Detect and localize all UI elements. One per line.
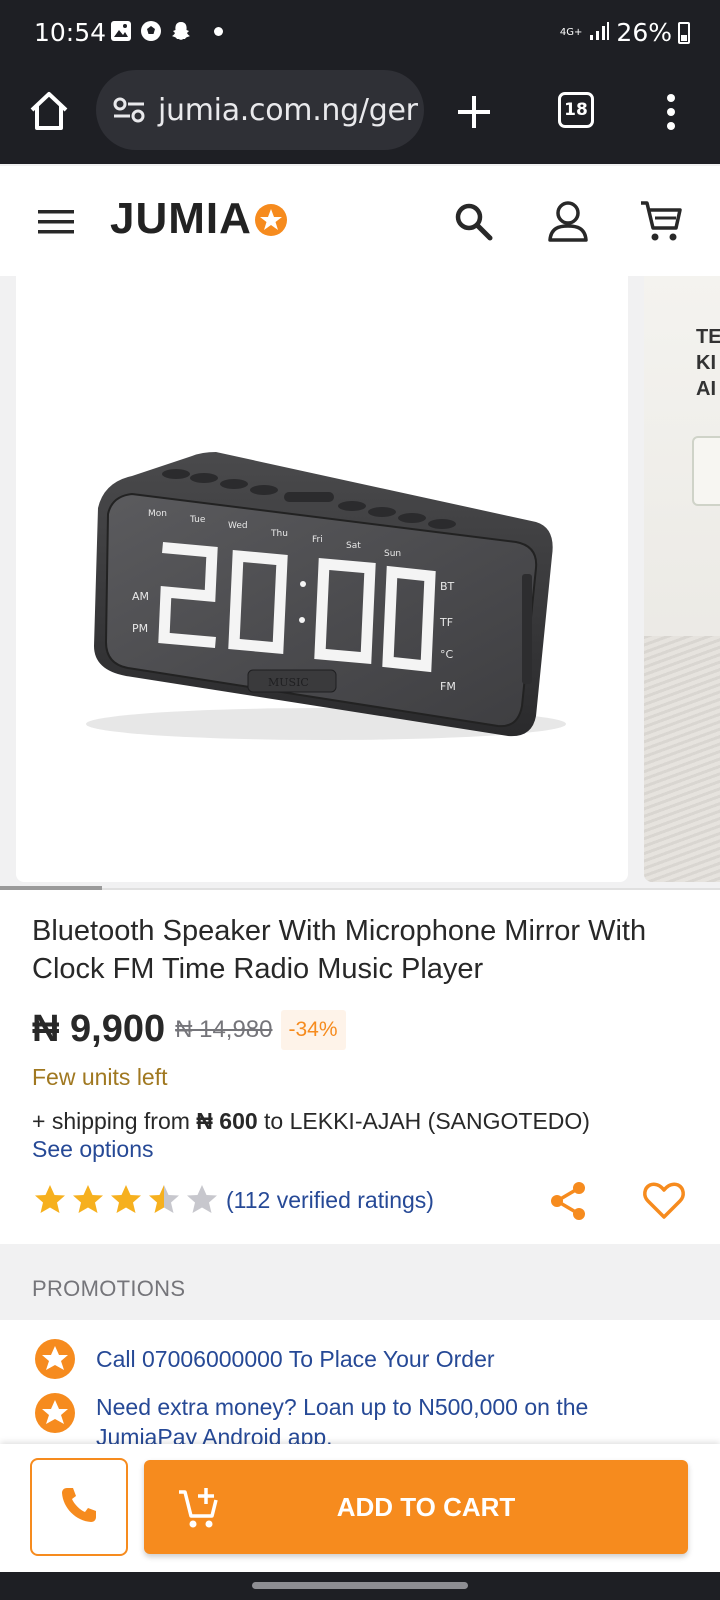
- clock-speaker-illustration: Mon Tue Wed Thu Fri Sat Sun AM PM BT TF …: [86, 452, 566, 740]
- rating-star-icon: [108, 1182, 144, 1218]
- system-nav-bar: [0, 1572, 720, 1600]
- product-gallery[interactable]: Mon Tue Wed Thu Fri Sat Sun AM PM BT TF …: [0, 276, 720, 890]
- clock-day-label: Sat: [346, 541, 361, 551]
- clock-day-label: Fri: [312, 535, 323, 545]
- rating-star-icon: [70, 1182, 106, 1218]
- football-icon: [140, 20, 162, 42]
- battery-percent: 26%: [616, 18, 672, 47]
- wishlist-heart-icon[interactable]: [642, 1180, 686, 1222]
- tab-switcher-button[interactable]: 18: [558, 92, 594, 128]
- add-to-cart-label: ADD TO CART: [336, 1491, 516, 1522]
- network-type: 4G+: [559, 27, 583, 38]
- status-time: 10:54: [34, 18, 107, 47]
- url-text: jumia.com.ng/ger: [158, 92, 418, 128]
- next-image-caption: TE KI AI: [696, 326, 720, 400]
- shipping-info: + shipping from ₦ 600 to LEKKI-AJAH (SAN…: [32, 1108, 590, 1134]
- share-icon[interactable]: [548, 1180, 588, 1222]
- gallery-icon: [110, 20, 132, 42]
- browser-menu-icon[interactable]: [656, 90, 686, 134]
- price-row: ₦ 9,900 ₦ 14,980 -34%: [32, 1008, 346, 1051]
- rating-stars: [32, 1182, 220, 1218]
- stock-status: Few units left: [32, 1064, 168, 1090]
- battery-icon: [678, 21, 690, 44]
- clock-day-label: Sun: [384, 549, 401, 559]
- signal-icon: [588, 21, 610, 45]
- promo-star-icon: [34, 1392, 76, 1434]
- add-to-cart-button[interactable]: ADD TO CART: [144, 1460, 688, 1554]
- promotion-item[interactable]: Need extra money? Loan up to N500,000 on…: [34, 1392, 656, 1444]
- promotions-list: Call 07006000000 To Place Your Order Nee…: [0, 1320, 720, 1444]
- rating-star-icon: [184, 1182, 220, 1218]
- search-icon[interactable]: [452, 200, 494, 242]
- logo-text: JUMIA: [110, 194, 252, 243]
- rating-star-icon: [32, 1182, 68, 1218]
- discount-badge: -34%: [280, 1009, 346, 1050]
- jumia-logo[interactable]: JUMIA: [110, 194, 288, 244]
- promotion-text: Call 07006000000 To Place Your Order: [96, 1346, 495, 1372]
- call-button[interactable]: [30, 1458, 128, 1556]
- menu-icon[interactable]: [36, 206, 76, 238]
- clock-pm-label: PM: [132, 622, 148, 635]
- rating-star-icon: [146, 1182, 182, 1218]
- snapchat-icon: [170, 20, 192, 42]
- home-icon[interactable]: [26, 88, 72, 134]
- clock-am-label: AM: [132, 590, 149, 603]
- clock-music-tab: MUSIC: [268, 676, 309, 689]
- product-info: Bluetooth Speaker With Microphone Mirror…: [0, 890, 720, 1244]
- see-options-link[interactable]: See options: [32, 1136, 153, 1163]
- cart-icon[interactable]: [638, 198, 684, 244]
- ratings-count-link[interactable]: (112 verified ratings): [226, 1187, 434, 1214]
- bottom-action-bar: ADD TO CART: [0, 1444, 720, 1572]
- promotions-heading: PROMOTIONS: [32, 1276, 186, 1301]
- account-icon[interactable]: [545, 198, 591, 244]
- phone-icon: [59, 1485, 99, 1530]
- clock-day-label: Wed: [228, 521, 248, 531]
- promotions-section-header: PROMOTIONS: [0, 1244, 720, 1320]
- more-notifications-dot: [214, 26, 223, 36]
- promotion-text: Need extra money? Loan up to N500,000 on…: [96, 1394, 589, 1444]
- promotion-item[interactable]: Call 07006000000 To Place Your Order: [34, 1338, 656, 1380]
- rating-row[interactable]: (112 verified ratings): [32, 1182, 434, 1218]
- current-price: ₦ 9,900: [32, 1008, 166, 1050]
- product-image[interactable]: Mon Tue Wed Thu Fri Sat Sun AM PM BT TF …: [16, 276, 628, 882]
- next-product-image[interactable]: TE KI AI: [644, 276, 720, 882]
- notification-icons: [110, 20, 223, 42]
- site-header: JUMIA: [0, 166, 720, 276]
- gesture-handle[interactable]: [252, 1582, 468, 1589]
- clock-bt-label: BT: [440, 580, 455, 593]
- clock-fm-label: FM: [440, 680, 456, 693]
- system-indicators: 4G+ 26%: [560, 18, 690, 47]
- status-bar: 10:54 4G+ 26%: [0, 0, 720, 66]
- old-price: ₦ 14,980: [175, 1015, 273, 1043]
- clock-day-label: Mon: [148, 509, 167, 519]
- clock-day-label: Tue: [189, 515, 206, 525]
- product-title: Bluetooth Speaker With Microphone Mirror…: [32, 915, 647, 985]
- browser-toolbar: jumia.com.ng/ger 18: [0, 66, 720, 164]
- clock-day-label: Thu: [270, 529, 288, 539]
- site-settings-icon[interactable]: [112, 97, 146, 123]
- clock-temp-label: °C: [440, 648, 454, 661]
- promo-star-icon: [34, 1338, 76, 1380]
- logo-star-icon: [254, 203, 288, 237]
- next-image-device: [692, 436, 720, 506]
- new-tab-icon[interactable]: [452, 90, 496, 134]
- shipping-amount: ₦ 600: [196, 1108, 258, 1134]
- address-bar[interactable]: jumia.com.ng/ger: [96, 70, 424, 150]
- clock-tf-label: TF: [439, 616, 453, 629]
